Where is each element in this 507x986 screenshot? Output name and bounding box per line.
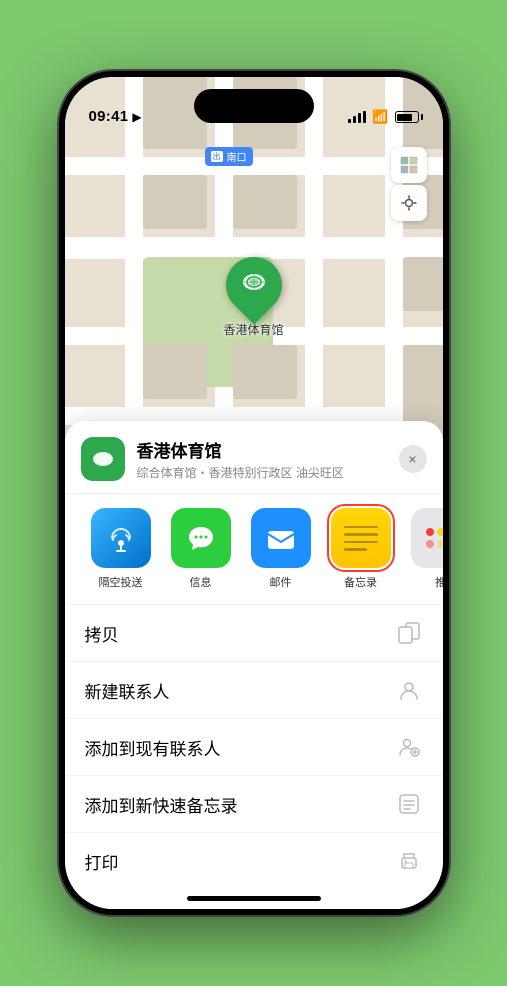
stadium-marker[interactable]: 香港体育馆 bbox=[223, 257, 283, 338]
more-icon bbox=[411, 508, 443, 568]
add-to-note-label: 添加到新快速备忘录 bbox=[85, 792, 238, 817]
map-label: 出 南口 bbox=[205, 147, 253, 166]
notes-lines-decoration bbox=[339, 516, 383, 560]
airdrop-label: 隔空投送 bbox=[99, 574, 143, 590]
share-action-messages[interactable]: 信息 bbox=[161, 508, 241, 590]
venue-name: 香港体育馆 bbox=[137, 437, 399, 462]
copy-label: 拷贝 bbox=[85, 621, 119, 646]
stadium-icon bbox=[239, 268, 267, 302]
share-action-more[interactable]: 推 bbox=[401, 508, 443, 590]
venue-icon bbox=[81, 437, 125, 481]
battery-icon bbox=[395, 111, 419, 123]
notes-icon bbox=[331, 508, 391, 568]
copy-icon bbox=[395, 619, 423, 647]
notes-label: 备忘录 bbox=[344, 574, 377, 590]
add-to-contact-action-row[interactable]: 添加到现有联系人 bbox=[65, 719, 443, 776]
share-actions-row: 隔空投送 信息 bbox=[65, 494, 443, 605]
venue-header: 香港体育馆 综合体育馆・香港特别行政区 油尖旺区 × bbox=[65, 421, 443, 494]
add-to-note-action-row[interactable]: 添加到新快速备忘录 bbox=[65, 776, 443, 833]
add-to-note-icon bbox=[395, 790, 423, 818]
copy-action-row[interactable]: 拷贝 bbox=[65, 605, 443, 662]
more-label: 推 bbox=[435, 574, 443, 590]
exit-label: 出 bbox=[211, 151, 223, 162]
signal-icon bbox=[348, 111, 366, 123]
dynamic-island bbox=[194, 89, 314, 123]
status-time: 09:41 bbox=[89, 108, 129, 125]
marker-pin bbox=[214, 245, 293, 324]
messages-icon bbox=[171, 508, 231, 568]
location-arrow-icon: ▶ bbox=[132, 110, 141, 124]
mail-icon bbox=[251, 508, 311, 568]
location-button[interactable] bbox=[391, 185, 427, 221]
mail-label: 邮件 bbox=[270, 574, 292, 590]
add-to-contact-icon bbox=[395, 733, 423, 761]
map-label-text: 南口 bbox=[227, 149, 247, 164]
home-indicator bbox=[187, 896, 321, 901]
new-contact-icon bbox=[395, 676, 423, 704]
share-action-notes[interactable]: 备忘录 bbox=[321, 508, 401, 590]
add-to-contact-label: 添加到现有联系人 bbox=[85, 735, 221, 760]
new-contact-label: 新建联系人 bbox=[85, 678, 170, 703]
new-contact-action-row[interactable]: 新建联系人 bbox=[65, 662, 443, 719]
venue-info: 香港体育馆 综合体育馆・香港特别行政区 油尖旺区 bbox=[137, 437, 399, 481]
wifi-icon: 📶 bbox=[372, 109, 388, 125]
print-action-row[interactable]: 打印 bbox=[65, 833, 443, 889]
airdrop-icon bbox=[91, 508, 151, 568]
share-action-airdrop[interactable]: 隔空投送 bbox=[81, 508, 161, 590]
venue-subtitle: 综合体育馆・香港特别行政区 油尖旺区 bbox=[137, 464, 399, 481]
phone-frame: 09:41 ▶ 📶 bbox=[59, 71, 449, 915]
close-button[interactable]: × bbox=[399, 445, 427, 473]
print-icon bbox=[395, 847, 423, 875]
map-controls bbox=[391, 147, 427, 221]
status-icons: 📶 bbox=[348, 109, 418, 125]
action-list: 拷贝 新建联系人 bbox=[65, 605, 443, 889]
messages-label: 信息 bbox=[190, 574, 212, 590]
phone-screen: 09:41 ▶ 📶 bbox=[65, 77, 443, 909]
share-action-mail[interactable]: 邮件 bbox=[241, 508, 321, 590]
print-label: 打印 bbox=[85, 849, 119, 874]
map-type-button[interactable] bbox=[391, 147, 427, 183]
bottom-sheet: 香港体育馆 综合体育馆・香港特别行政区 油尖旺区 × bbox=[65, 421, 443, 909]
